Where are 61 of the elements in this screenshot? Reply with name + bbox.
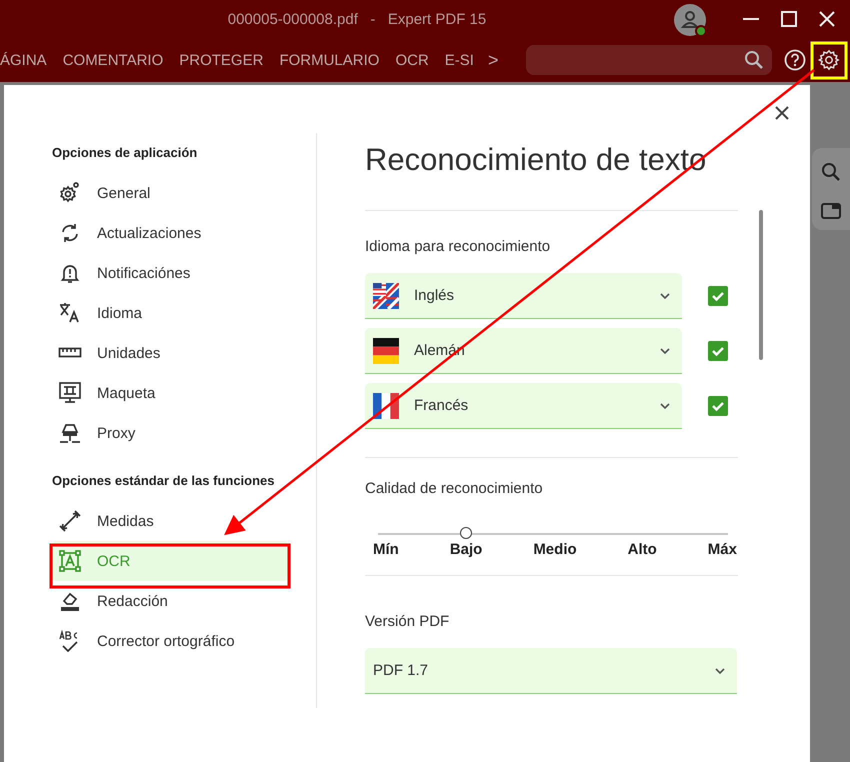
more-tabs-button[interactable]: >: [482, 50, 506, 70]
scrollbar[interactable]: [759, 210, 763, 360]
toolbar-tab[interactable]: ÁGINA: [0, 52, 55, 68]
slider-tick-label: Alto: [628, 541, 657, 560]
measure-icon: [58, 509, 82, 533]
sidebar-item[interactable]: Actualizaciones: [52, 213, 288, 253]
toolbar-tab[interactable]: COMENTARIO: [54, 52, 172, 68]
help-icon[interactable]: [784, 49, 806, 71]
chevron-down-icon: [660, 402, 670, 408]
chevron-down-icon: [660, 348, 670, 354]
checkbox[interactable]: [708, 341, 728, 361]
language-dropdown[interactable]: Inglés: [365, 273, 682, 319]
toolbar-tab[interactable]: E-SI: [436, 52, 482, 68]
section-heading: Opciones de aplicación: [52, 145, 198, 161]
text-frame-icon: [58, 549, 82, 573]
settings-icon[interactable]: [818, 49, 840, 71]
flag-icon: [373, 338, 399, 364]
language-dropdown[interactable]: Francés: [365, 383, 682, 429]
user-avatar-icon[interactable]: [674, 4, 708, 38]
close-icon[interactable]: [774, 105, 790, 121]
section-heading: Opciones estándar de las funciones: [52, 473, 276, 489]
search-icon: [744, 50, 764, 70]
sidebar-item[interactable]: Idioma: [52, 293, 288, 333]
flag-icon: [373, 392, 399, 418]
field-label: Calidad de reconocimiento: [365, 480, 544, 499]
sidebar-item[interactable]: Redacción: [52, 581, 288, 621]
panel-icon[interactable]: [821, 202, 841, 220]
search-field[interactable]: [526, 45, 772, 75]
gear-icon: [58, 181, 82, 205]
sidebar-item[interactable]: Unidades: [52, 333, 288, 373]
slider-thumb[interactable]: [460, 527, 472, 539]
network-drive-icon: [58, 421, 82, 445]
check-icon: [711, 289, 725, 303]
flag-icon: [373, 282, 399, 308]
sidebar-item[interactable]: Notificaciónes: [52, 253, 288, 293]
search-icon[interactable]: [821, 162, 841, 182]
chevron-down-icon: [715, 668, 725, 674]
slider-tick-label: Mín: [373, 541, 399, 560]
sidebar-item[interactable]: Maqueta: [52, 373, 288, 413]
window-title: 000005-000008.pdf - Expert PDF 15: [226, 10, 488, 28]
maximize-icon[interactable]: [780, 10, 798, 28]
sidebar-item[interactable]: Medidas: [52, 501, 288, 541]
field-label: Idioma para reconocimiento: [365, 238, 552, 257]
sidebar-item[interactable]: General: [52, 173, 288, 213]
version-dropdown[interactable]: PDF 1.7: [365, 648, 737, 694]
check-icon: [711, 399, 725, 413]
monitor-layout-icon: [58, 381, 82, 405]
field-label: Versión PDF: [365, 613, 450, 632]
toolbar-tab[interactable]: OCR: [387, 52, 437, 68]
checkbox[interactable]: [708, 396, 728, 416]
checkbox[interactable]: [708, 286, 728, 306]
toolbar-tab[interactable]: PROTEGER: [171, 52, 272, 68]
slider-tick-label: Bajo: [450, 541, 482, 560]
highlight-frame: [810, 42, 848, 80]
sidebar-item[interactable]: Proxy: [52, 413, 288, 453]
slider-tick-label: Máx: [708, 541, 737, 560]
check-icon: [711, 344, 725, 358]
sidebar-item[interactable]: Corrector ortográfico: [52, 621, 288, 661]
chevron-down-icon: [660, 292, 670, 298]
slider-tick-label: Medio: [533, 541, 577, 560]
toolbar-tab[interactable]: FORMULARIO: [271, 52, 388, 68]
